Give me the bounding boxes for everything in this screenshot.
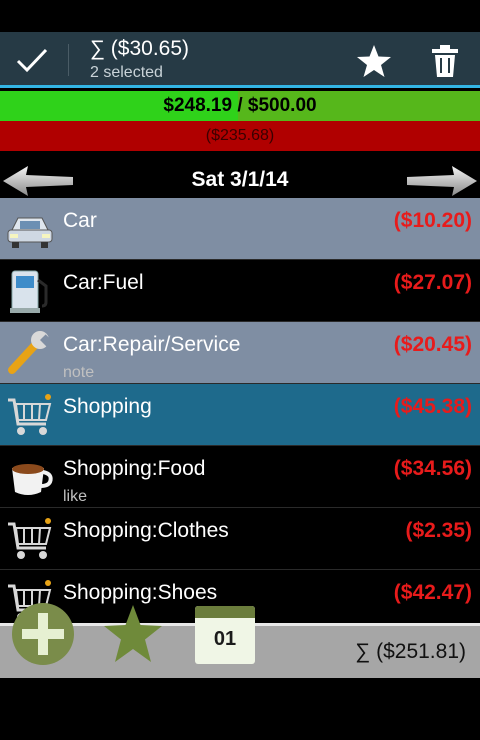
transaction-list: Car ($10.20) Car:Fuel ($27.07) Car:Repai… <box>0 198 480 623</box>
coffee-cup-icon <box>12 464 53 495</box>
favorites-star-button[interactable] <box>102 603 164 665</box>
budget-progress-bar: $248.19 / $500.00 <box>0 91 480 121</box>
item-note: like <box>63 488 88 505</box>
budget-text: $248.19 / $500.00 <box>163 95 317 116</box>
shopping-cart-icon <box>8 518 52 559</box>
fuel-pump-icon <box>10 270 48 313</box>
item-name: Car:Repair/Service <box>63 333 241 356</box>
next-day-arrow-icon[interactable] <box>406 164 478 198</box>
item-name: Shopping:Food <box>63 457 206 480</box>
status-bar <box>0 0 480 32</box>
date-navigator: Sat 3/1/14 <box>0 160 480 200</box>
item-note: note <box>63 364 95 381</box>
item-name: Shopping:Clothes <box>63 519 229 542</box>
calendar-header <box>195 606 255 618</box>
selection-total: ∑ ($30.65) <box>90 37 190 60</box>
item-name: Car:Fuel <box>63 271 144 294</box>
calendar-button[interactable]: 01 <box>195 606 255 664</box>
calendar-day: 01 <box>213 628 237 650</box>
item-amount: ($34.56) <box>393 457 472 480</box>
action-bar: ∑ ($30.65) 2 selected <box>0 32 480 88</box>
car-icon <box>7 217 53 248</box>
item-name: Shopping <box>63 395 152 418</box>
item-name: Car <box>63 209 97 232</box>
list-item[interactable]: Shopping:Clothes ($2.35) <box>0 508 480 570</box>
wrench-icon <box>8 331 53 374</box>
item-amount: ($45.38) <box>393 395 472 418</box>
list-item[interactable]: Car:Repair/Service note ($20.45) <box>0 322 480 384</box>
item-amount: ($20.45) <box>393 333 472 356</box>
plus-icon <box>22 613 64 655</box>
item-amount: ($27.07) <box>393 271 472 294</box>
item-amount: ($10.20) <box>393 209 472 232</box>
budget-overage-text: ($235.68) <box>205 127 275 144</box>
budget-overage-bar: ($235.68) <box>0 121 480 151</box>
list-item[interactable]: Shopping:Food like ($34.56) <box>0 446 480 508</box>
trash-icon[interactable] <box>430 44 460 78</box>
check-icon[interactable] <box>14 44 50 76</box>
add-transaction-button[interactable] <box>12 603 74 665</box>
selection-count: 2 selected <box>90 64 163 81</box>
list-item[interactable]: Car ($10.20) <box>0 198 480 260</box>
item-amount: ($2.35) <box>405 519 472 542</box>
list-item[interactable]: Car:Fuel ($27.07) <box>0 260 480 322</box>
item-name: Shopping:Shoes <box>63 581 218 604</box>
shopping-cart-icon <box>8 394 52 435</box>
list-item[interactable]: Shopping ($45.38) <box>0 384 480 446</box>
item-amount: ($42.47) <box>393 581 472 604</box>
action-bar-separator <box>68 44 69 76</box>
star-icon[interactable] <box>356 44 392 78</box>
day-total: ∑ ($251.81) <box>355 640 466 663</box>
